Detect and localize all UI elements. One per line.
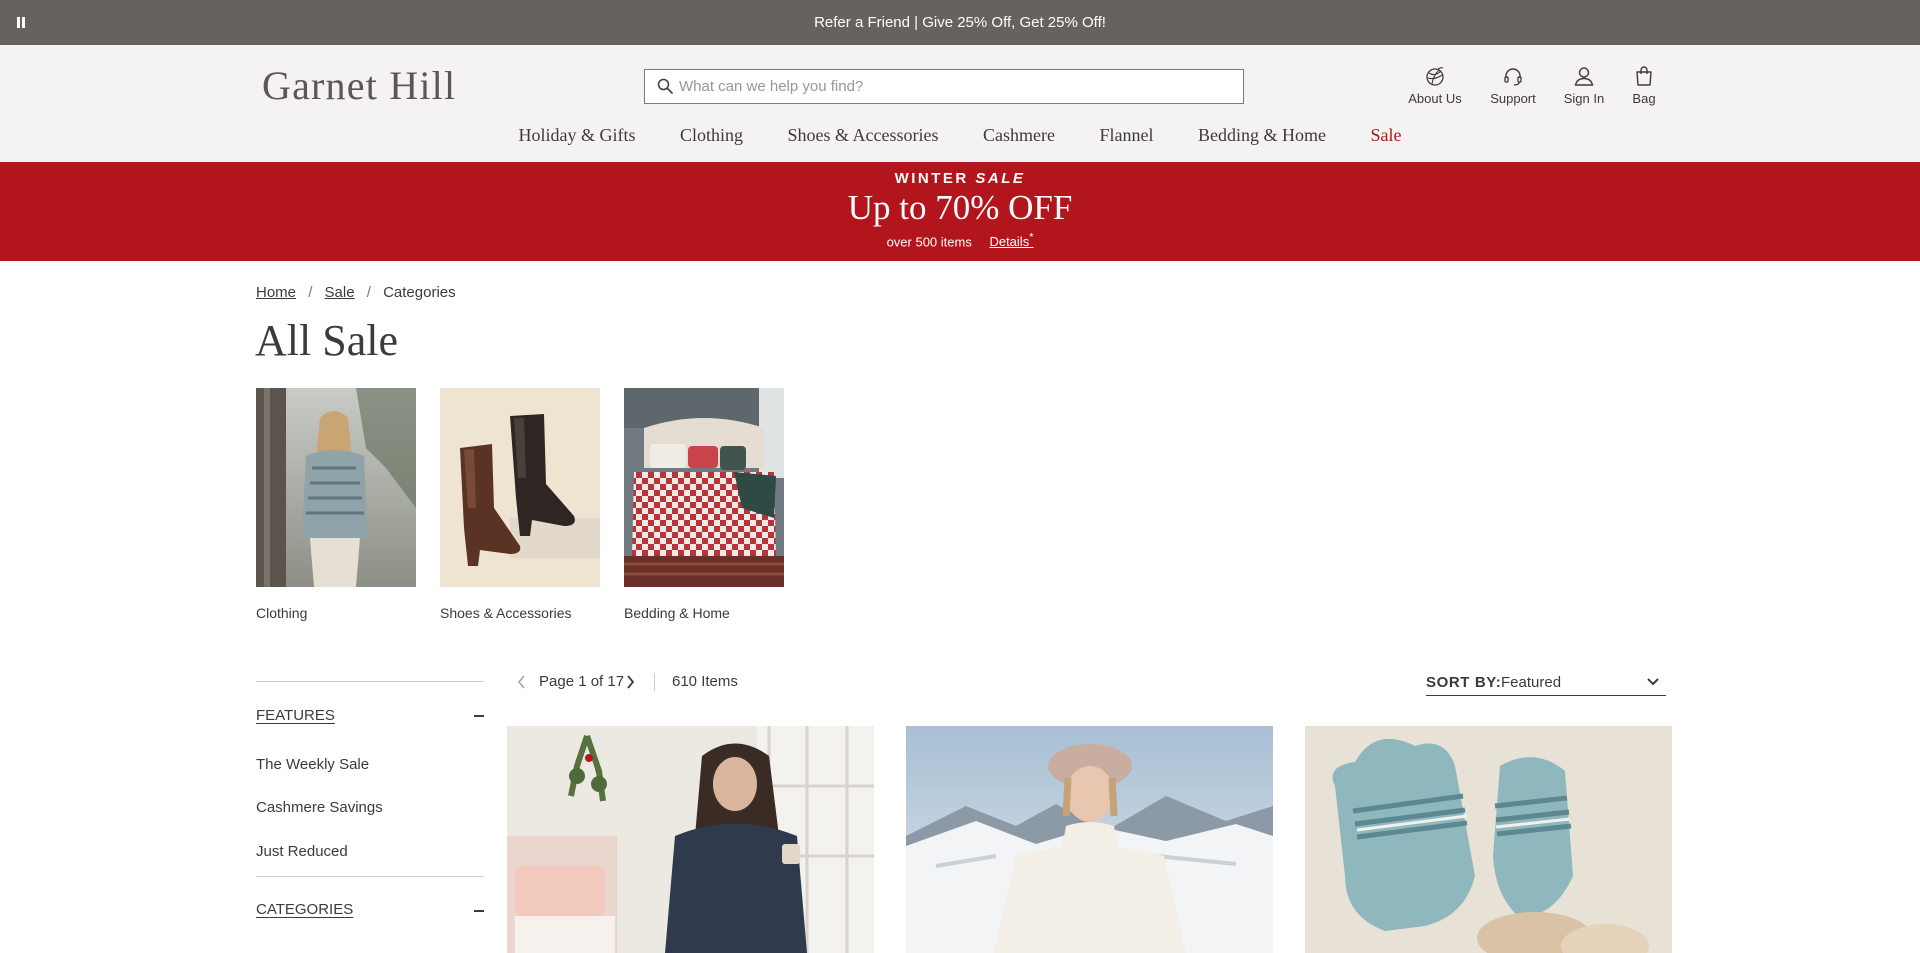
promo-text[interactable]: Refer a Friend | Give 25% Off, Get 25% O…: [0, 14, 1920, 31]
filter-item-just-reduced[interactable]: Just Reduced: [256, 843, 484, 860]
details-asterisk: *: [1029, 232, 1034, 244]
search-icon[interactable]: [657, 78, 673, 94]
nav-item-bedding-home[interactable]: Bedding & Home: [1198, 125, 1326, 146]
features-filter-header[interactable]: FEATURES: [256, 682, 484, 724]
support-link[interactable]: Support: [1477, 65, 1549, 106]
breadcrumb-separator: /: [308, 284, 313, 301]
breadcrumb-home[interactable]: Home: [256, 284, 296, 301]
divider: [654, 673, 655, 691]
nav-item-flannel[interactable]: Flannel: [1099, 125, 1153, 146]
user-icon: [1574, 67, 1594, 86]
features-heading[interactable]: FEATURES: [256, 707, 335, 724]
nav-item-cashmere[interactable]: Cashmere: [983, 125, 1055, 146]
collapse-minus-icon[interactable]: [474, 715, 484, 717]
details-link[interactable]: Details*: [989, 232, 1034, 250]
bag-label: Bag: [1632, 91, 1656, 106]
nav-item-holiday-gifts[interactable]: Holiday & Gifts: [519, 125, 636, 146]
about-us-label: About Us: [1408, 91, 1462, 106]
sale-headline: Up to 70% OFF: [847, 188, 1073, 227]
product-image[interactable]: [1305, 726, 1672, 953]
main-nav: Holiday & Gifts Clothing Shoes & Accesso…: [0, 125, 1920, 146]
filter-item-cashmere-savings[interactable]: Cashmere Savings: [256, 799, 484, 816]
about-us-link[interactable]: About Us: [1399, 65, 1471, 106]
category-label-shoes-accessories[interactable]: Shoes & Accessories: [440, 605, 600, 621]
breadcrumb-separator: /: [366, 284, 371, 301]
collapse-minus-icon[interactable]: [474, 910, 484, 912]
search-box[interactable]: [644, 69, 1244, 104]
shopping-bag-icon: [1636, 66, 1652, 86]
item-count: 610 Items: [672, 673, 738, 690]
site-header: Garnet Hill About Us Support: [0, 45, 1920, 162]
sale-kicker-em: SALE: [975, 170, 1026, 187]
page-indicator: Page 1 of 17: [539, 673, 625, 690]
bag-link[interactable]: Bag: [1608, 65, 1680, 106]
sort-label: SORT BY:: [1426, 674, 1502, 691]
category-image-clothing[interactable]: [256, 388, 416, 587]
product-image[interactable]: [906, 726, 1273, 953]
sale-item-count: over 500 items: [886, 234, 972, 250]
sign-in-label: Sign In: [1563, 91, 1605, 106]
product-card[interactable]: [507, 726, 874, 953]
category-tile-shoes-accessories[interactable]: Shoes & Accessories: [440, 388, 600, 621]
product-card[interactable]: [1305, 726, 1672, 953]
product-image[interactable]: [507, 726, 874, 953]
chevron-right-icon[interactable]: [624, 675, 636, 689]
filter-sidebar: FEATURES The Weekly Sale Cashmere Saving…: [256, 681, 484, 918]
breadcrumb-current: Categories: [383, 284, 456, 301]
nav-item-clothing[interactable]: Clothing: [680, 125, 743, 146]
winter-sale-banner[interactable]: WINTER SALE Up to 70% OFF over 500 items…: [0, 162, 1920, 261]
sort-value[interactable]: Featured: [1501, 674, 1561, 691]
category-label-bedding-home[interactable]: Bedding & Home: [624, 605, 784, 621]
product-card[interactable]: [906, 726, 1273, 953]
sale-kicker: WINTER SALE: [0, 170, 1920, 187]
category-image-shoes[interactable]: [440, 388, 600, 587]
details-label: Details: [989, 234, 1030, 250]
promo-bar: Refer a Friend | Give 25% Off, Get 25% O…: [0, 0, 1920, 45]
category-tile-bedding-home[interactable]: Bedding & Home: [624, 388, 784, 621]
breadcrumb: Home / Sale / Categories: [256, 284, 456, 301]
categories-filter-header[interactable]: CATEGORIES: [256, 877, 484, 918]
sale-kicker-prefix: WINTER: [894, 170, 969, 187]
breadcrumb-sale[interactable]: Sale: [325, 284, 355, 301]
yarn-ball-icon: [1426, 67, 1444, 86]
sort-dropdown[interactable]: SORT BY: Featured: [1426, 672, 1666, 696]
categories-heading[interactable]: CATEGORIES: [256, 901, 353, 918]
category-label-clothing[interactable]: Clothing: [256, 605, 416, 621]
category-tile-clothing[interactable]: Clothing: [256, 388, 416, 621]
nav-item-sale[interactable]: Sale: [1370, 125, 1401, 146]
category-image-bedding[interactable]: [624, 388, 784, 587]
logo[interactable]: Garnet Hill: [262, 62, 456, 109]
headset-icon: [1504, 68, 1522, 86]
search-input[interactable]: [679, 70, 1235, 103]
filter-item-weekly-sale[interactable]: The Weekly Sale: [256, 756, 484, 773]
sale-subline: over 500 items Details*: [0, 232, 1920, 249]
nav-item-shoes-accessories[interactable]: Shoes & Accessories: [788, 125, 939, 146]
page-title: All Sale: [255, 316, 398, 365]
support-label: Support: [1490, 91, 1536, 106]
chevron-down-icon[interactable]: [1646, 676, 1660, 688]
chevron-left-icon[interactable]: [516, 675, 528, 689]
